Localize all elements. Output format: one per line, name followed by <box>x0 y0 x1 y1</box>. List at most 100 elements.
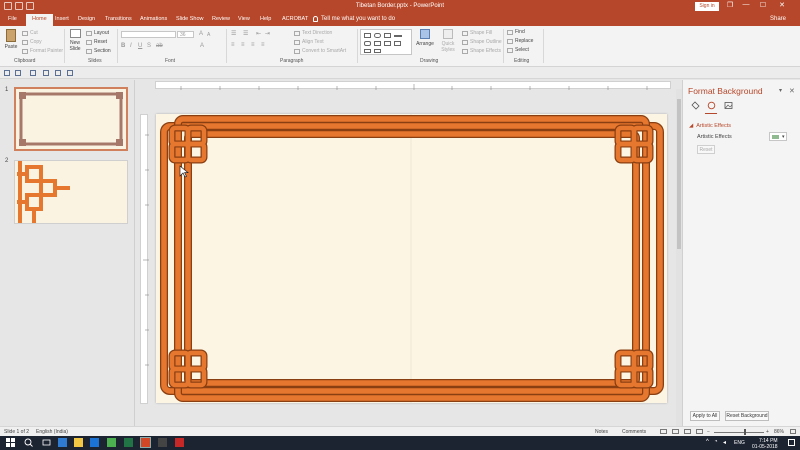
shape-effects-button[interactable]: Shape Effects <box>462 48 501 54</box>
slideshow-view-icon[interactable] <box>696 429 703 434</box>
file-explorer-icon[interactable] <box>74 438 83 447</box>
font-size-combo[interactable]: 36 <box>177 31 194 38</box>
grow-font-button[interactable]: A <box>199 31 203 37</box>
powerpoint-icon[interactable] <box>140 437 151 448</box>
find-button[interactable]: Find <box>507 29 525 35</box>
slide-thumbnail-1[interactable] <box>14 87 128 151</box>
fit-slide-icon[interactable] <box>790 429 796 434</box>
comments-button[interactable]: Comments <box>622 429 646 435</box>
bullets-button[interactable]: ☰ <box>231 30 236 37</box>
replace-button[interactable]: Replace <box>507 38 533 44</box>
start-slideshow-icon[interactable] <box>43 70 49 76</box>
tab-animations[interactable]: Animations <box>140 16 167 22</box>
touch-mode-icon[interactable] <box>55 70 61 76</box>
fill-bucket-icon[interactable] <box>691 101 700 110</box>
shape-fill-button[interactable]: Shape Fill <box>462 30 492 36</box>
maximize-button[interactable]: ☐ <box>757 1 769 9</box>
arrow-shape-icon[interactable] <box>394 41 401 46</box>
align-left-button[interactable]: ≡ <box>231 42 235 48</box>
shrink-font-button[interactable]: A <box>207 32 210 38</box>
tray-chevron-icon[interactable]: ^ <box>706 439 709 445</box>
search-icon[interactable] <box>24 438 33 447</box>
reset-effects-button[interactable]: Reset <box>697 145 715 154</box>
slide-thumbnail-2[interactable] <box>14 160 128 224</box>
decrease-indent-button[interactable]: ⇤ <box>256 30 261 37</box>
notes-button[interactable]: Notes <box>595 429 608 435</box>
zoom-out-button[interactable]: − <box>707 429 710 435</box>
convert-smartart-button[interactable]: Convert to SmartArt <box>294 48 346 54</box>
tab-design[interactable]: Design <box>78 16 95 22</box>
align-center-button[interactable]: ≡ <box>241 42 245 48</box>
bold-button[interactable]: B <box>121 43 125 49</box>
format-painter-button[interactable]: Format Painter <box>22 48 63 54</box>
pane-options-icon[interactable]: ▾ <box>779 87 782 94</box>
edge-browser-icon[interactable] <box>58 438 67 447</box>
align-right-button[interactable]: ≡ <box>251 42 255 48</box>
triangle-shape-icon[interactable] <box>384 41 391 46</box>
tab-acrobat[interactable]: ACROBAT <box>282 16 308 22</box>
customize-toolbar-icon[interactable] <box>67 70 73 76</box>
redo-icon[interactable] <box>30 70 36 76</box>
zoom-in-button[interactable]: + <box>766 429 769 435</box>
slide-sorter-icon[interactable] <box>672 429 679 434</box>
tab-review[interactable]: Review <box>212 16 230 22</box>
arrange-button[interactable]: Arrange <box>416 29 434 47</box>
tab-file[interactable]: File <box>8 16 17 22</box>
strikethrough-button[interactable]: ab <box>156 43 163 49</box>
justify-button[interactable]: ≡ <box>261 42 265 48</box>
zoom-slider-track[interactable] <box>714 432 764 433</box>
close-button[interactable]: ✕ <box>776 1 788 9</box>
undo-icon[interactable] <box>15 70 21 76</box>
brace-shape-icon[interactable] <box>364 49 371 53</box>
save-icon[interactable] <box>4 70 10 76</box>
tab-home[interactable]: Home <box>26 14 53 26</box>
copy-button[interactable]: Copy <box>22 39 42 45</box>
tell-me-box[interactable]: Tell me what you want to do <box>313 16 395 22</box>
section-button[interactable]: Section <box>86 48 111 54</box>
tab-transitions[interactable]: Transitions <box>105 16 132 22</box>
store-icon[interactable] <box>107 438 116 447</box>
input-language[interactable]: ENG <box>734 440 745 446</box>
excel-icon[interactable] <box>124 438 133 447</box>
minimize-button[interactable]: — <box>740 1 752 8</box>
line-shape-icon[interactable] <box>394 35 402 37</box>
numbering-button[interactable]: ☰ <box>243 30 248 37</box>
reset-slide-button[interactable]: Reset <box>86 39 107 45</box>
square-shape-icon[interactable] <box>374 41 381 46</box>
app-icon[interactable] <box>158 438 167 447</box>
shapes-gallery[interactable] <box>360 29 412 55</box>
select-button[interactable]: Select <box>507 47 529 53</box>
shadow-button[interactable]: S <box>147 43 151 49</box>
notifications-icon[interactable] <box>788 439 795 446</box>
zoom-level[interactable]: 86% <box>774 429 784 435</box>
quick-styles-button[interactable]: Quick Styles <box>438 29 458 53</box>
new-slide-button[interactable]: New Slide <box>67 29 83 52</box>
share-button[interactable]: Share <box>770 16 786 22</box>
network-icon[interactable]: ◔ <box>714 439 718 445</box>
textbox-shape-icon[interactable] <box>384 33 391 38</box>
windows-start-icon[interactable] <box>6 438 15 447</box>
tibetan-border-art[interactable] <box>156 114 667 403</box>
paste-button[interactable]: Paste <box>3 29 19 50</box>
font-name-combo[interactable] <box>121 31 176 38</box>
close-pane-icon[interactable]: ✕ <box>789 87 795 95</box>
acrobat-icon[interactable] <box>175 438 184 447</box>
underline-button[interactable]: U <box>138 43 142 49</box>
italic-button[interactable]: I <box>130 43 132 49</box>
font-color-button[interactable]: A <box>200 43 204 49</box>
picture-icon[interactable] <box>724 101 733 110</box>
cut-button[interactable]: Cut <box>22 30 38 36</box>
apply-to-all-button[interactable]: Apply to All <box>690 411 720 421</box>
volume-icon[interactable]: ◂ <box>723 439 726 446</box>
tab-insert[interactable]: Insert <box>55 16 69 22</box>
artistic-effects-section-header[interactable]: ◢ Artistic Effects <box>689 123 731 129</box>
task-view-icon[interactable] <box>42 438 51 447</box>
tab-help[interactable]: Help <box>260 16 271 22</box>
rectangle-shape-icon[interactable] <box>364 33 371 38</box>
layout-button[interactable]: Layout <box>86 30 109 36</box>
oval-shape-icon[interactable] <box>374 33 381 38</box>
shape-outline-button[interactable]: Shape Outline <box>462 39 502 45</box>
word-icon[interactable] <box>90 438 99 447</box>
normal-view-icon[interactable] <box>660 429 667 434</box>
reset-background-button[interactable]: Reset Background <box>725 411 769 421</box>
